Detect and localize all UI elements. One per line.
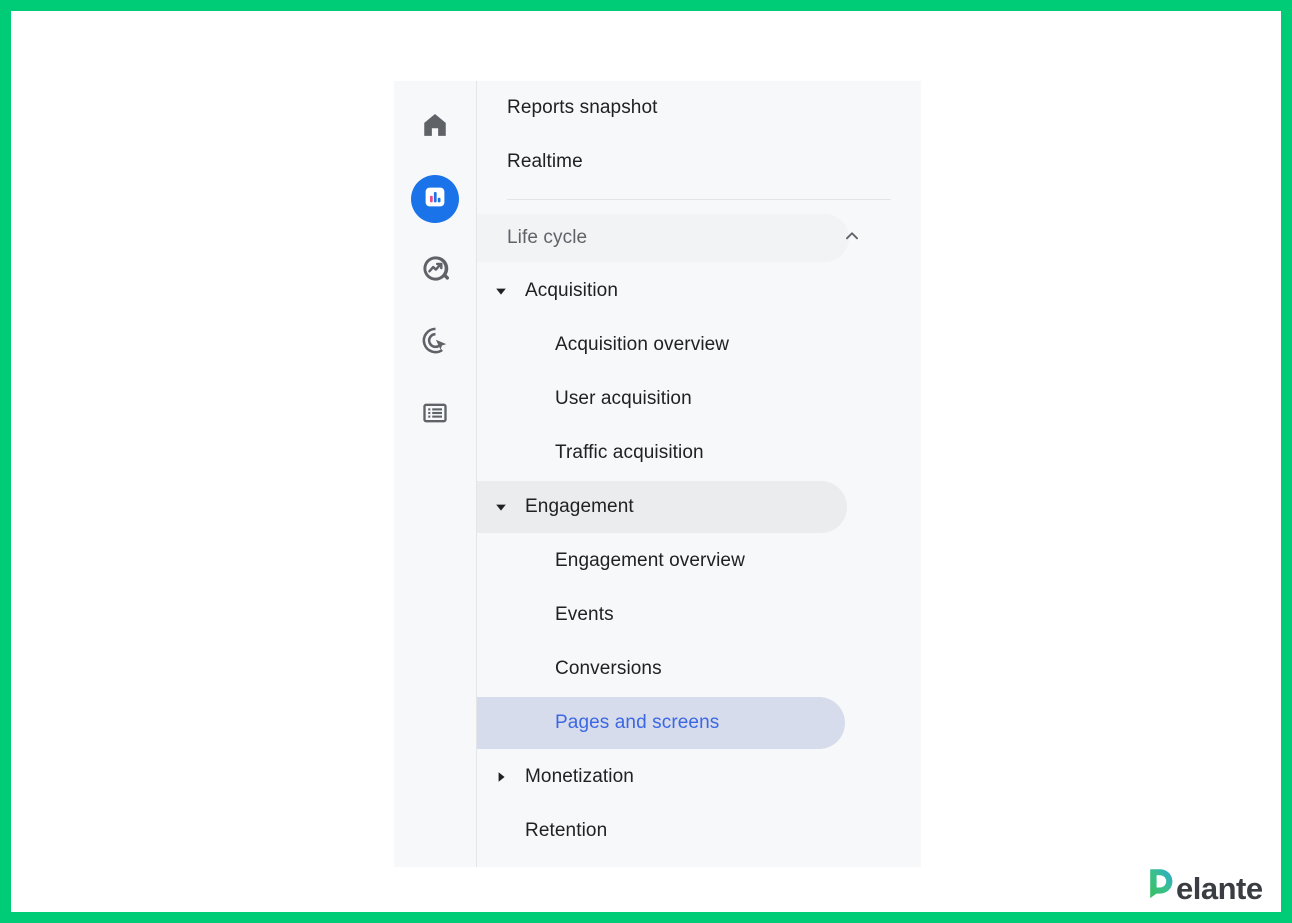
menu-item-label: Acquisition overview bbox=[555, 334, 729, 356]
menu-item-reports-snapshot[interactable]: Reports snapshot bbox=[477, 81, 921, 135]
delante-d-mark-icon bbox=[1149, 868, 1175, 898]
menu-item-label: Reports snapshot bbox=[507, 97, 658, 119]
rail-item-reports[interactable] bbox=[411, 175, 459, 223]
menu-section-label: Life cycle bbox=[507, 227, 587, 249]
menu-item-acquisition-overview[interactable]: Acquisition overview bbox=[477, 318, 921, 372]
triangle-down-icon bbox=[491, 285, 511, 297]
advertising-target-cursor-icon bbox=[420, 325, 451, 361]
menu-item-label: Conversions bbox=[555, 658, 662, 680]
delante-logo: elante bbox=[1149, 868, 1263, 907]
rail-item-explore[interactable] bbox=[411, 247, 459, 295]
menu-item-traffic-acquisition[interactable]: Traffic acquisition bbox=[477, 426, 921, 480]
explore-trend-icon bbox=[420, 253, 451, 289]
menu-item-engagement-overview[interactable]: Engagement overview bbox=[477, 534, 921, 588]
menu-group-engagement[interactable]: Engagement bbox=[477, 480, 921, 534]
menu-item-user-acquisition[interactable]: User acquisition bbox=[477, 372, 921, 426]
green-border-frame: Reports snapshot Realtime Life cycle bbox=[0, 0, 1292, 923]
analytics-navigation-panel: Reports snapshot Realtime Life cycle bbox=[394, 81, 921, 867]
menu-item-label: Realtime bbox=[507, 151, 583, 173]
menu-item-label: Pages and screens bbox=[555, 712, 719, 734]
icon-rail bbox=[394, 81, 477, 867]
menu-group-label: Monetization bbox=[525, 766, 634, 788]
rail-item-home[interactable] bbox=[411, 103, 459, 151]
configure-list-icon bbox=[421, 399, 449, 432]
menu-item-label: User acquisition bbox=[555, 388, 692, 410]
menu-item-label: Engagement overview bbox=[555, 550, 745, 572]
chevron-up-icon[interactable] bbox=[841, 225, 863, 252]
menu-item-label: Events bbox=[555, 604, 614, 626]
delante-wordmark: elante bbox=[1176, 871, 1263, 907]
triangle-right-icon bbox=[491, 771, 511, 783]
menu-section-life-cycle[interactable]: Life cycle bbox=[477, 212, 921, 264]
menu-item-pages-and-screens[interactable]: Pages and screens bbox=[477, 696, 921, 750]
reports-bar-chart-icon bbox=[420, 182, 450, 217]
menu-group-label: Engagement bbox=[525, 496, 634, 518]
triangle-down-icon bbox=[491, 501, 511, 513]
menu-divider bbox=[507, 199, 891, 200]
home-icon bbox=[420, 110, 450, 145]
menu-item-realtime[interactable]: Realtime bbox=[477, 135, 921, 189]
menu-group-monetization[interactable]: Monetization bbox=[477, 750, 921, 804]
menu-item-conversions[interactable]: Conversions bbox=[477, 642, 921, 696]
rail-item-configure[interactable] bbox=[411, 391, 459, 439]
menu-item-label: Traffic acquisition bbox=[555, 442, 704, 464]
navigation-menu: Reports snapshot Realtime Life cycle bbox=[477, 81, 921, 867]
menu-item-events[interactable]: Events bbox=[477, 588, 921, 642]
menu-group-label: Acquisition bbox=[525, 280, 618, 302]
menu-item-retention[interactable]: Retention bbox=[477, 804, 921, 858]
menu-group-acquisition[interactable]: Acquisition bbox=[477, 264, 921, 318]
rail-item-advertising[interactable] bbox=[411, 319, 459, 367]
menu-item-label: Retention bbox=[525, 820, 607, 842]
